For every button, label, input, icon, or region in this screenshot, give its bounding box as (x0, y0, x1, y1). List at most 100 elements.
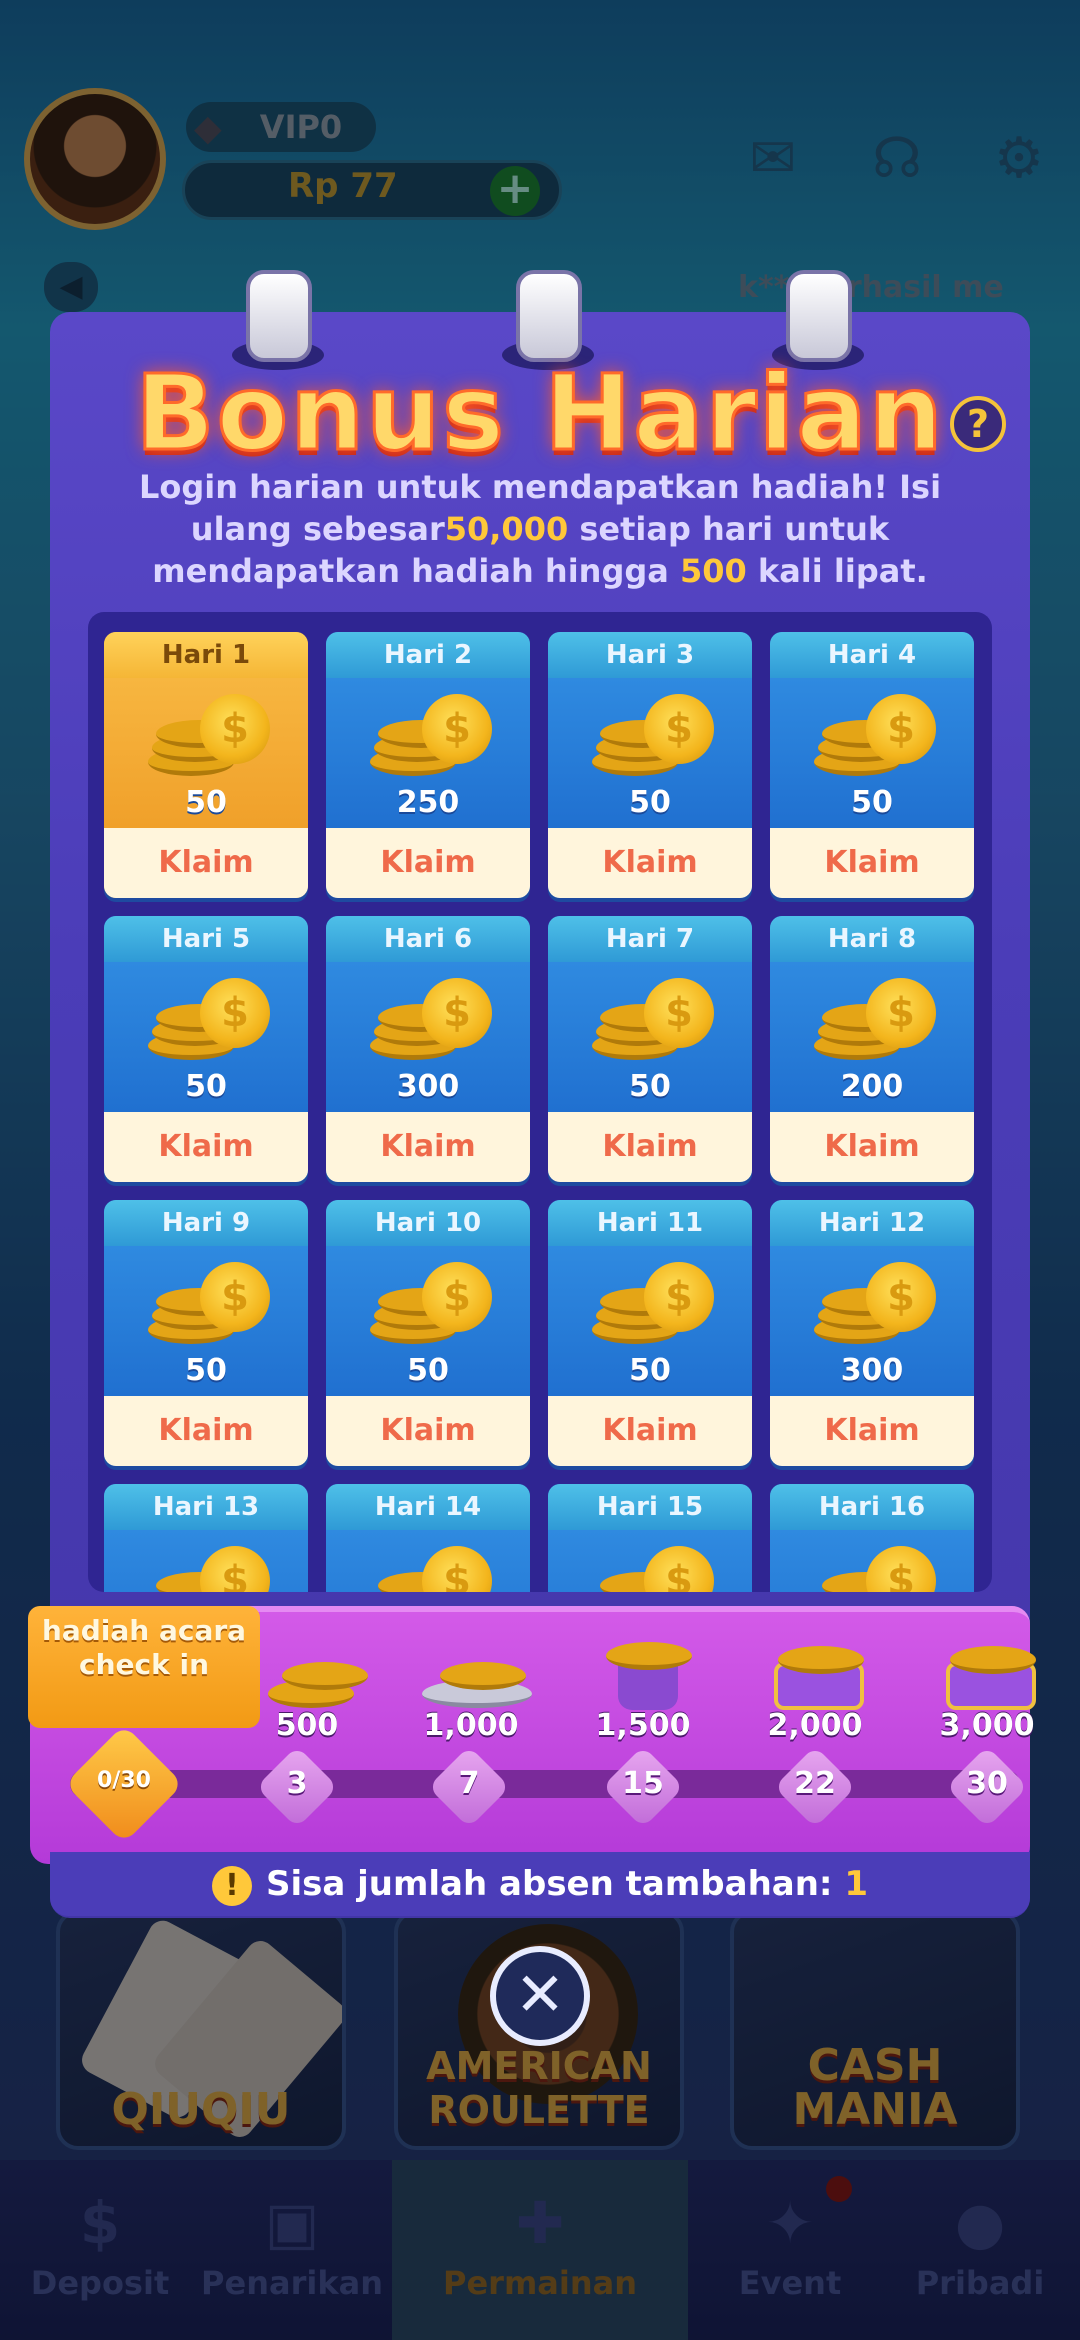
claim-button[interactable]: Klaim (104, 1396, 308, 1466)
milestone-label: 3 (286, 1766, 308, 1801)
coin-tray-icon (416, 1640, 532, 1710)
remaining-checkin-bar: ! Sisa jumlah absen tambahan: 1 (50, 1852, 1030, 1916)
day-label: Hari 3 (548, 632, 752, 678)
day-reward: $ (104, 1530, 308, 1592)
treasure-chest-icon (932, 1640, 1042, 1710)
day-label: Hari 1 (104, 632, 308, 678)
claim-button[interactable]: Klaim (326, 1112, 530, 1182)
coin-icon: $ (592, 1262, 714, 1344)
exclamation-icon: ! (211, 1865, 252, 1906)
day-label: Hari 15 (548, 1484, 752, 1530)
day-reward: $50 (104, 962, 308, 1112)
day-card[interactable]: Hari 1 $50 Klaim (104, 632, 308, 898)
day-card[interactable]: Hari 15$Klaim (548, 1484, 752, 1592)
reward-amount: 2,000 (767, 1708, 863, 1743)
day-label: Hari 7 (548, 916, 752, 962)
checkin-reward: 500 (232, 1640, 382, 1750)
checkin-label: hadiah acara check in (28, 1606, 260, 1728)
day-label: Hari 11 (548, 1200, 752, 1246)
close-button[interactable]: ✕ (490, 1946, 590, 2046)
day-card[interactable]: Hari 9 $50 Klaim (104, 1200, 308, 1466)
day-label: Hari 4 (770, 632, 974, 678)
claim-button[interactable]: Klaim (770, 1396, 974, 1466)
day-card[interactable]: Hari 5 $50 Klaim (104, 916, 308, 1182)
desc-text: kali lipat. (746, 552, 928, 590)
binder-ring (786, 270, 852, 362)
day-label: Hari 16 (770, 1484, 974, 1530)
binder-ring (246, 270, 312, 362)
checkin-reward: 3,000 (912, 1640, 1062, 1750)
day-reward: $50 (104, 678, 308, 828)
reward-amount: 1,500 (595, 1708, 691, 1743)
coin-pile-icon (252, 1640, 368, 1710)
coin-icon: $ (370, 694, 492, 776)
reward-amount: 3,000 (939, 1708, 1035, 1743)
checkin-reward: 1,000 (396, 1640, 546, 1750)
day-label: Hari 6 (326, 916, 530, 962)
claim-button[interactable]: Klaim (326, 1396, 530, 1466)
milestone-label: 7 (458, 1766, 480, 1801)
claim-button[interactable]: Klaim (104, 828, 308, 898)
day-card[interactable]: Hari 8 $200 Klaim (770, 916, 974, 1182)
reward-amount: 50 (185, 1069, 227, 1104)
day-label: Hari 9 (104, 1200, 308, 1246)
reward-amount: 50 (407, 1353, 449, 1388)
coin-icon: $ (148, 1262, 270, 1344)
day-reward: $50 (548, 1246, 752, 1396)
coin-icon: $ (370, 1262, 492, 1344)
milestone-label: 22 (794, 1766, 836, 1801)
coin-icon: $ (148, 978, 270, 1060)
desc-amount: 50,000 (444, 510, 569, 548)
coin-icon: $ (370, 1546, 492, 1592)
claim-button[interactable]: Klaim (326, 828, 530, 898)
reward-amount: 300 (840, 1353, 904, 1388)
coin-icon: $ (814, 978, 936, 1060)
day-card[interactable]: Hari 11 $50 Klaim (548, 1200, 752, 1466)
checkin-progress-track (70, 1770, 1020, 1798)
desc-multiplier: 500 (679, 552, 747, 590)
claim-button[interactable]: Klaim (548, 1112, 752, 1182)
day-reward: $50 (770, 678, 974, 828)
reward-amount: 500 (275, 1708, 339, 1743)
day-card[interactable]: Hari 14$Klaim (326, 1484, 530, 1592)
modal-description: Login harian untuk mendapatkan hadiah! I… (84, 466, 996, 592)
day-card[interactable]: Hari 7 $50 Klaim (548, 916, 752, 1182)
day-card[interactable]: Hari 6 $300 Klaim (326, 916, 530, 1182)
claim-button[interactable]: Klaim (548, 828, 752, 898)
day-label: Hari 10 (326, 1200, 530, 1246)
checkin-reward: 1,500 (568, 1640, 718, 1750)
coin-icon: $ (814, 1546, 936, 1592)
claim-button[interactable]: Klaim (104, 1112, 308, 1182)
day-card[interactable]: Hari 13$Klaim (104, 1484, 308, 1592)
claim-button[interactable]: Klaim (548, 1396, 752, 1466)
day-reward: $300 (326, 962, 530, 1112)
day-card[interactable]: Hari 2 $250 Klaim (326, 632, 530, 898)
reward-amount: 50 (851, 785, 893, 820)
coin-bag-icon (588, 1640, 698, 1710)
day-label: Hari 14 (326, 1484, 530, 1530)
reward-amount: 300 (396, 1069, 460, 1104)
day-reward: $250 (326, 678, 530, 828)
coin-icon: $ (370, 978, 492, 1060)
reward-amount: 50 (185, 1353, 227, 1388)
day-card[interactable]: Hari 12 $300 Klaim (770, 1200, 974, 1466)
claim-button[interactable]: Klaim (770, 1112, 974, 1182)
coin-icon: $ (814, 1262, 936, 1344)
help-button[interactable]: ? (950, 396, 1006, 452)
day-label: Hari 2 (326, 632, 530, 678)
day-card[interactable]: Hari 10 $50 Klaim (326, 1200, 530, 1466)
day-reward: $300 (770, 1246, 974, 1396)
coin-icon: $ (592, 1546, 714, 1592)
binder-ring (516, 270, 582, 362)
modal-title: Bonus Harian (134, 351, 945, 476)
day-reward: $ (770, 1530, 974, 1592)
day-label: Hari 13 (104, 1484, 308, 1530)
day-grid-panel[interactable]: Hari 1 $50 Klaim Hari 2 $250 Klaim Hari 3 $50 Kl… (88, 612, 992, 1592)
day-card[interactable]: Hari 3 $50 Klaim (548, 632, 752, 898)
day-card[interactable]: Hari 16$Klaim (770, 1484, 974, 1592)
claim-button[interactable]: Klaim (770, 828, 974, 898)
day-card[interactable]: Hari 4 $50 Klaim (770, 632, 974, 898)
treasure-chest-icon (760, 1640, 870, 1710)
day-reward: $200 (770, 962, 974, 1112)
coin-icon: $ (148, 694, 270, 776)
